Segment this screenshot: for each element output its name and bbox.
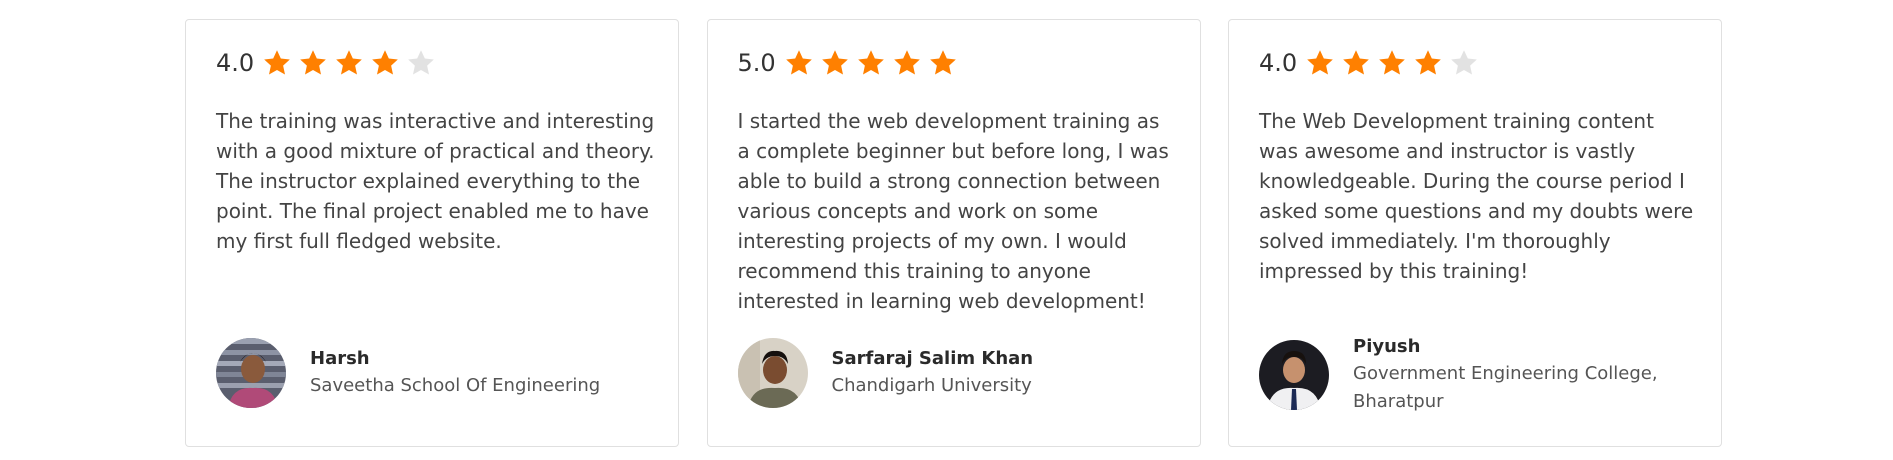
star-filled-icon <box>334 48 364 78</box>
author-school: Saveetha School Of Engineering <box>310 375 601 396</box>
star-filled-icon <box>1377 48 1407 78</box>
star-filled-icon <box>856 48 886 78</box>
star-filled-icon <box>1305 48 1335 78</box>
author-name: Piyush <box>1353 336 1421 357</box>
avatar-image-icon <box>1259 340 1329 410</box>
star-rating <box>262 48 442 78</box>
review-text: The training was interactive and interes… <box>216 109 655 253</box>
review-card: 5.0 I started the web development traini… <box>706 19 1201 447</box>
star-rating <box>784 48 964 78</box>
star-filled-icon <box>928 48 958 78</box>
rating-row: 4.0 <box>1259 46 1485 80</box>
avatar-image-icon <box>737 338 808 408</box>
author-name: Harsh <box>310 348 370 369</box>
reviews-section: 4.0 The training was interactive and int… <box>185 19 1722 447</box>
author-info: Sarfaraj Salim Khan Chandigarh Universit… <box>832 346 1142 400</box>
star-filled-icon <box>262 48 292 78</box>
review-text: The Web Development training content was… <box>1259 109 1694 283</box>
review-author: Harsh Saveetha School Of Engineering <box>216 338 620 408</box>
review-text: I started the web development training a… <box>737 109 1169 313</box>
review-card: 4.0 The training was interactive and int… <box>185 19 679 447</box>
star-filled-icon <box>1413 48 1443 78</box>
rating-row: 5.0 <box>738 46 964 80</box>
author-info: Piyush Government Engineering College, B… <box>1353 334 1663 416</box>
star-filled-icon <box>370 48 400 78</box>
star-filled-icon <box>820 48 850 78</box>
review-card: 4.0 The Web Development training content… <box>1228 19 1722 447</box>
review-author: Piyush Government Engineering College, B… <box>1259 334 1663 416</box>
rating-row: 4.0 <box>216 46 442 80</box>
star-empty-icon <box>406 48 436 78</box>
star-filled-icon <box>298 48 328 78</box>
avatar-image-icon <box>216 338 286 408</box>
star-empty-icon <box>1449 48 1479 78</box>
rating-value: 4.0 <box>1259 49 1298 77</box>
author-info: Harsh Saveetha School Of Engineering <box>310 346 620 400</box>
user-photo-avatar <box>216 338 286 408</box>
author-school: Government Engineering College, Bharatpu… <box>1353 363 1658 412</box>
star-filled-icon <box>784 48 814 78</box>
rating-value: 4.0 <box>216 49 255 77</box>
user-photo-avatar <box>1259 340 1329 410</box>
star-filled-icon <box>1341 48 1371 78</box>
rating-value: 5.0 <box>737 49 776 77</box>
author-name: Sarfaraj Salim Khan <box>831 348 1034 369</box>
star-rating <box>1305 48 1485 78</box>
author-school: Chandigarh University <box>831 375 1032 396</box>
review-author: Sarfaraj Salim Khan Chandigarh Universit… <box>737 338 1142 408</box>
star-filled-icon <box>892 48 922 78</box>
user-photo-avatar <box>737 338 808 408</box>
